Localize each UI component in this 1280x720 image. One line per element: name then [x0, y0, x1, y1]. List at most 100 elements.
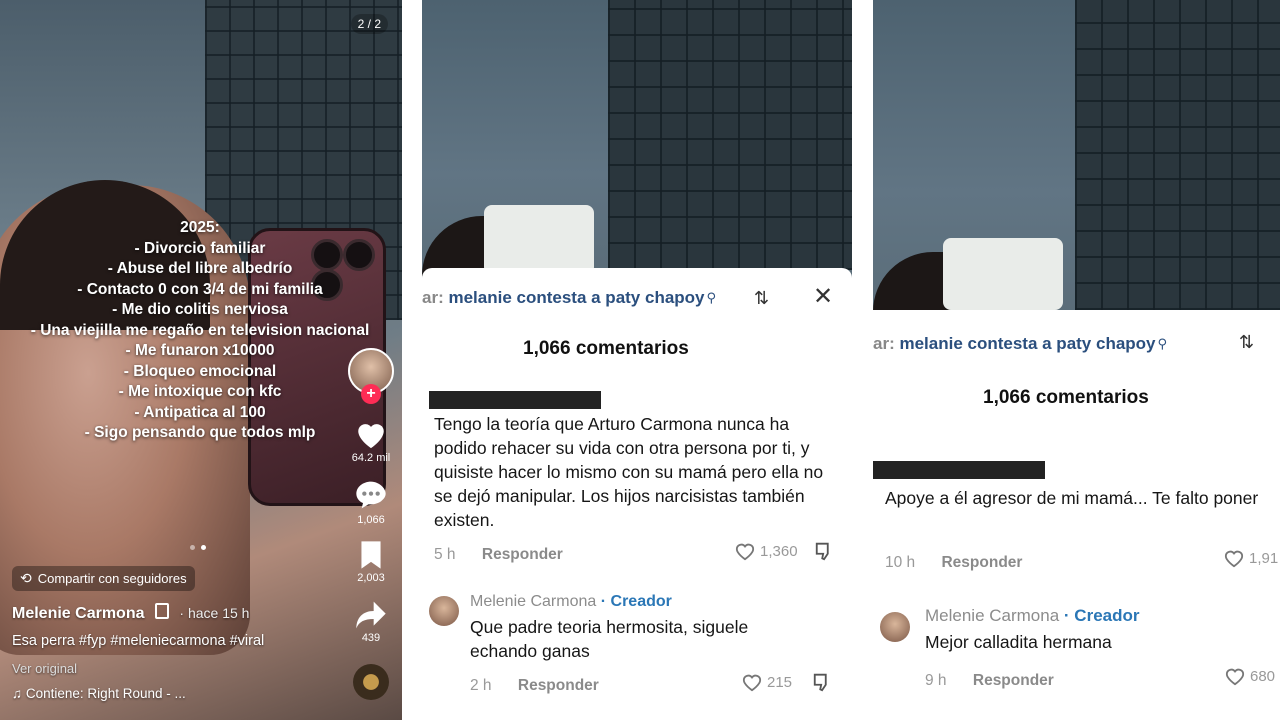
video-caption: Esa perra #fyp #meleniecarmona #viral [12, 633, 265, 649]
save-button[interactable]: 2,003 [346, 540, 396, 584]
reply-time: 9 h [925, 672, 947, 689]
reply-author-name[interactable]: Melenie Carmona [470, 593, 596, 610]
music-note-icon: ♫ [12, 686, 23, 701]
save-count: 2,003 [357, 572, 385, 584]
reply-like-count: 215 [767, 673, 793, 691]
time-ago: · hace 15 h [179, 605, 250, 621]
creator-avatar[interactable] [429, 596, 459, 626]
dot [201, 545, 206, 550]
comment-like-count: 1,360 [760, 542, 798, 560]
sort-icon[interactable]: ⇅ [754, 288, 769, 309]
reply-like-button[interactable]: 215 [741, 671, 834, 693]
heart-outline-icon [735, 543, 755, 561]
tiktok-video-panel[interactable]: 2 / 2 2025: - Divorcio familiar - Abuse … [0, 0, 402, 720]
username-row[interactable]: Melenie Carmona · hace 15 h [12, 603, 249, 623]
sort-icon[interactable]: ⇅ [1239, 332, 1254, 353]
dislike-icon[interactable] [812, 671, 834, 693]
search-prefix: ar: [873, 334, 895, 353]
heart-outline-icon [1225, 668, 1245, 686]
creator-tag: · Creador [600, 593, 672, 610]
search-suggestion[interactable]: ar: melanie contesta a paty chapoy ⚲ [422, 283, 716, 313]
comment-text: Tengo la teoría que Arturo Carmona nunca… [434, 414, 824, 530]
overlay-line: - Contacto 0 con 3/4 de mi familia [77, 280, 323, 298]
creator-tag: · Creador [1063, 606, 1140, 625]
comment-meta: 5 h Responder [434, 546, 563, 564]
share-followers-label: Compartir con seguidores [37, 571, 187, 586]
overlay-line: - Divorcio familiar [134, 239, 266, 257]
bookmark-icon [361, 541, 381, 569]
chair [943, 238, 1063, 310]
comment-time: 5 h [434, 546, 456, 563]
music-disc-icon [353, 664, 389, 700]
reply-button[interactable]: Responder [973, 672, 1054, 689]
heart-icon [358, 424, 384, 449]
verified-badge-icon [154, 603, 169, 619]
search-query[interactable]: melanie contesta a paty chapoy [448, 288, 704, 308]
video-overlay-text: 2025: - Divorcio familiar - Abuse del li… [0, 218, 400, 444]
comments-screenshot-panel: ar: melanie contesta a paty chapoy ⚲ ⇅ ✕ … [422, 0, 852, 720]
reply-author[interactable]: Melenie Carmona · Creador [925, 606, 1140, 626]
heart-outline-icon [742, 674, 762, 692]
comments-sheet: ar: melanie contesta a paty chapoy ⚲ ⇅ ✕ … [422, 268, 852, 720]
share-arrow-icon [356, 601, 386, 629]
redacted-username [873, 461, 1045, 479]
overlay-line: - Antipatica al 100 [134, 403, 266, 421]
music-label: Contiene: Right Round - ... [25, 686, 186, 701]
search-icon: ⚲ [706, 290, 717, 305]
comment-like-button[interactable]: 1,91 [1223, 548, 1278, 568]
music-disc-button[interactable] [346, 664, 396, 700]
chair [484, 205, 594, 275]
repost-icon: ⟲ [20, 570, 32, 586]
dislike-icon[interactable] [814, 540, 836, 562]
comments-count: 1,066 comentarios [523, 338, 689, 359]
dot [190, 545, 195, 550]
carousel-dots [190, 545, 206, 550]
see-original-link[interactable]: Ver original [12, 661, 77, 676]
music-row[interactable]: ♫ Contiene: Right Round - ... [12, 686, 186, 701]
reply-author-name[interactable]: Melenie Carmona [925, 606, 1059, 625]
like-count: 64.2 mil [351, 452, 391, 464]
overlay-line: - Me intoxique con kfc [118, 383, 282, 400]
share-with-followers-button[interactable]: ⟲ Compartir con seguidores [12, 566, 195, 591]
reply-button[interactable]: Responder [518, 677, 599, 694]
comment-like-count: 1,91 [1249, 549, 1279, 567]
reply-meta: 9 h Responder [925, 672, 1054, 690]
reply-like-count: 680 [1250, 667, 1276, 685]
reply-author[interactable]: Melenie Carmona · Creador [470, 593, 672, 611]
search-icon: ⚲ [1157, 336, 1168, 351]
slide-counter: 2 / 2 [350, 14, 388, 34]
comment-text: Apoye a él agresor de mi mamá... Te falt… [885, 488, 1259, 508]
heart-outline-icon [1224, 550, 1244, 568]
reply-text: Mejor calladita hermana [925, 632, 1112, 652]
comment-bubble-icon [356, 481, 386, 509]
overlay-line: - Me funaron x10000 [125, 342, 275, 359]
close-icon[interactable]: ✕ [813, 282, 833, 311]
search-suggestion[interactable]: ar: melanie contesta a paty chapoy ⚲ [873, 329, 1167, 359]
reply-button[interactable]: Responder [482, 546, 563, 563]
search-query[interactable]: melanie contesta a paty chapoy [899, 334, 1155, 354]
like-button[interactable]: 64.2 mil [346, 418, 396, 464]
reply-button[interactable]: Responder [941, 554, 1022, 571]
overlay-line: 2025: [180, 219, 220, 236]
comment-time: 10 h [885, 554, 916, 571]
overlay-line: - Me dio colitis nerviosa [112, 301, 288, 318]
overlay-line: - Bloqueo emocional [123, 362, 277, 380]
overlay-line: - Sigo pensando que todos mlp [84, 424, 316, 441]
comment-count: 1,066 [357, 514, 385, 526]
background-tiles [608, 0, 852, 270]
search-prefix: ar: [422, 288, 444, 307]
comments-sheet: ar: melanie contesta a paty chapoy ⚲ ⇅ 1,… [873, 310, 1280, 720]
username[interactable]: Melenie Carmona [12, 605, 144, 622]
reply-like-button[interactable]: 680 [1224, 666, 1275, 686]
follow-plus-icon[interactable]: + [361, 384, 381, 404]
redacted-username [429, 391, 601, 409]
creator-avatar[interactable] [880, 612, 910, 642]
comments-button[interactable]: 1,066 [346, 480, 396, 526]
share-button[interactable]: 439 [346, 600, 396, 644]
overlay-line: - Abuse del libre albedrío [107, 260, 293, 277]
reply-time: 2 h [470, 677, 492, 694]
creator-avatar-button[interactable]: + [346, 348, 396, 404]
comment-like-button[interactable]: 1,360 [734, 540, 836, 562]
reply-meta: 2 h Responder [470, 677, 599, 695]
background-tiles [1075, 0, 1280, 310]
